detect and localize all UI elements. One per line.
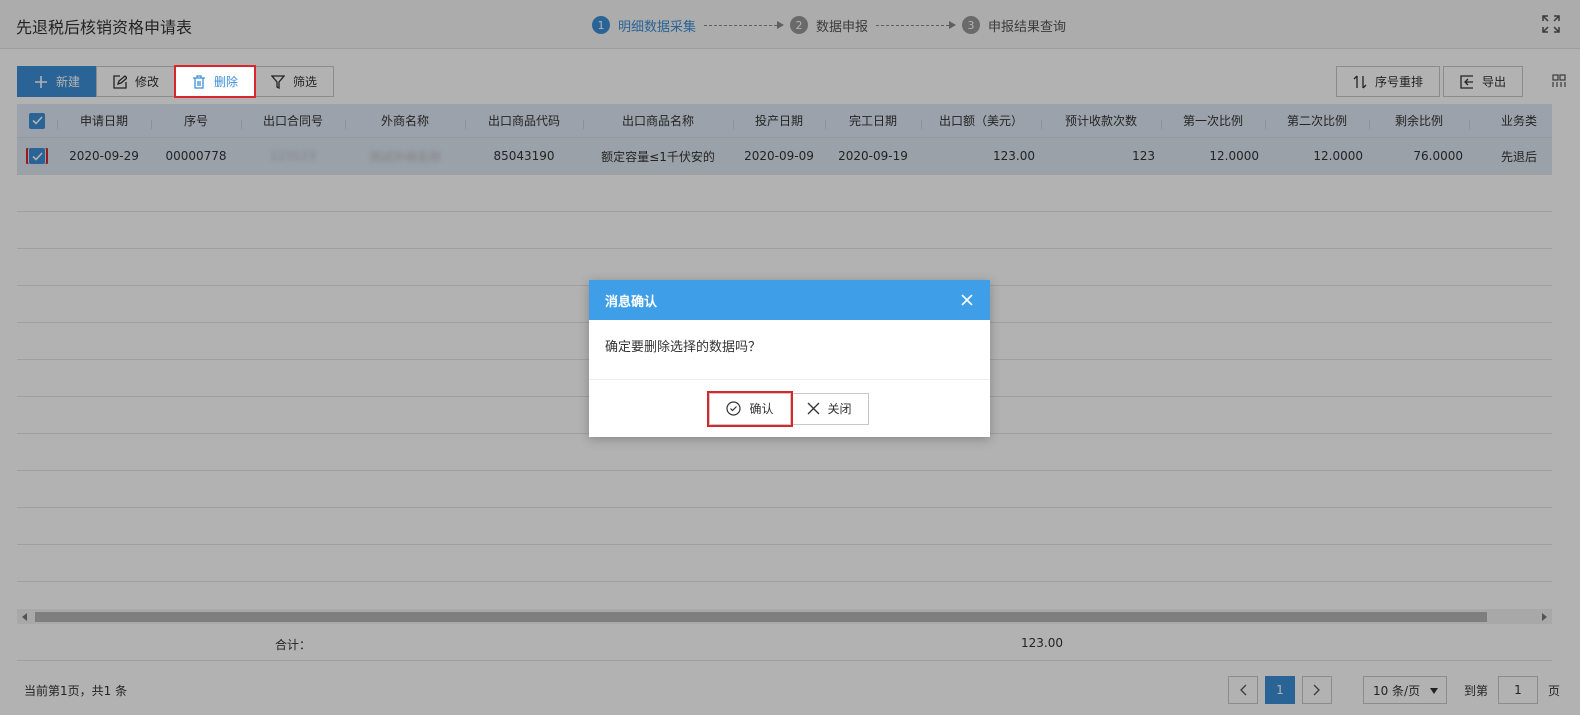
close-button-label: 关闭 (827, 402, 852, 416)
close-icon[interactable] (960, 293, 974, 307)
dialog-header: 消息确认 (589, 280, 990, 320)
check-circle-icon (726, 401, 742, 416)
dialog-title: 消息确认 (605, 294, 658, 310)
confirm-button-label: 确认 (749, 402, 774, 416)
confirm-button[interactable]: 确认 (707, 390, 793, 427)
trash-icon (193, 74, 206, 89)
delete-button[interactable]: 删除 (174, 65, 257, 98)
delete-button-label: 删除 (214, 75, 239, 89)
dialog-footer: 确认 关闭 (589, 380, 990, 437)
close-button[interactable]: 关闭 (789, 392, 869, 425)
confirm-dialog: 消息确认 确定要删除选择的数据吗？ 确认 关闭 (589, 280, 990, 437)
page: 先退税后核销资格申请表 1 明细数据采集 2 数据申报 3 申报结果查询 新建 (0, 0, 1580, 715)
close-icon (807, 402, 819, 415)
dialog-message: 确定要删除选择的数据吗？ (589, 320, 990, 380)
